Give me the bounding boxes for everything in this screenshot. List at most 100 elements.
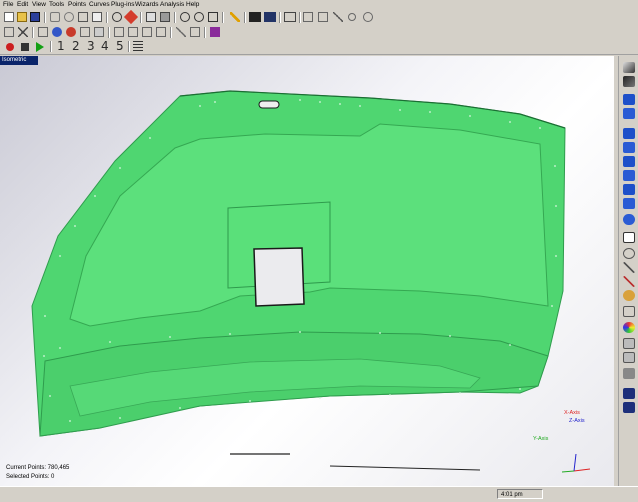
view-left-icon[interactable] (623, 128, 635, 139)
surface-icon[interactable] (623, 368, 635, 379)
circle-icon[interactable] (348, 13, 356, 21)
merge-icon[interactable] (38, 27, 48, 37)
fit-icon[interactable] (92, 12, 102, 22)
grid-icon[interactable] (4, 27, 14, 37)
sample-group-icon[interactable] (52, 27, 62, 37)
open-icon[interactable] (17, 12, 27, 22)
toolbar-separator (106, 12, 108, 23)
toolbar-separator (50, 41, 52, 52)
menu-bar: File Edit View Tools Points Curves Plug-… (0, 0, 638, 10)
menu-analysis[interactable]: Analysis (160, 1, 184, 9)
target-icon[interactable] (112, 12, 122, 22)
view-toolbar (618, 56, 638, 486)
display-icon[interactable] (284, 12, 296, 22)
curve-icon[interactable] (80, 27, 90, 37)
compare-icon[interactable] (210, 27, 220, 37)
menu-curves[interactable]: Curves (89, 1, 110, 9)
slot-hole (258, 100, 280, 109)
step-1-button[interactable]: 1 (57, 40, 65, 53)
view-front-icon[interactable] (623, 94, 635, 105)
select-icon[interactable] (50, 12, 60, 22)
current-points-readout: Current Points: 780,465 (6, 465, 70, 471)
menu-points[interactable]: Points (68, 1, 86, 9)
layer-icon[interactable] (146, 12, 156, 22)
color-icon[interactable] (623, 322, 635, 333)
pan-icon[interactable] (123, 9, 139, 25)
star-icon[interactable] (623, 290, 635, 301)
paint-icon[interactable] (623, 276, 635, 287)
toolbar-separator (32, 27, 34, 38)
menu-file[interactable]: File (3, 1, 13, 9)
hand-icon[interactable] (160, 12, 170, 22)
toolbar-separator (128, 41, 130, 52)
menu-help[interactable]: Help (186, 1, 199, 9)
arrow-icon[interactable] (176, 27, 186, 37)
list-icon[interactable] (133, 41, 143, 51)
sort-icon[interactable] (623, 338, 635, 349)
main-toolbar (0, 9, 638, 25)
brush-select-icon[interactable] (623, 262, 635, 273)
model-canvas (31, 90, 591, 473)
camera-icon[interactable] (623, 388, 635, 399)
lasso-icon[interactable] (623, 248, 635, 259)
filter-icon[interactable] (623, 352, 635, 363)
menu-wizards[interactable]: Wizards (135, 1, 158, 9)
3d-viewport[interactable]: Isometric X-Axis Z-Axis Y-Axis Current P… (0, 56, 614, 486)
wire-icon[interactable] (623, 76, 635, 87)
pencil-icon[interactable] (230, 12, 240, 22)
rotate-icon[interactable] (64, 12, 74, 22)
zoom-box-icon[interactable] (208, 12, 218, 22)
sample-icon[interactable] (318, 12, 328, 22)
layer-icon-2[interactable] (249, 12, 261, 22)
step-3-button[interactable]: 3 (87, 40, 95, 53)
zoom-in-icon[interactable] (180, 12, 190, 22)
camera2-icon[interactable] (623, 402, 635, 413)
toolbar-separator (299, 12, 301, 23)
toolbar-separator (204, 27, 206, 38)
box-icon[interactable] (78, 12, 88, 22)
toolbar-separator (222, 12, 224, 23)
step-2-button[interactable]: 2 (72, 40, 80, 53)
sample2-icon[interactable] (156, 27, 166, 37)
points-icon[interactable] (303, 12, 313, 22)
group-icon[interactable] (66, 27, 76, 37)
view-iso3-icon[interactable] (623, 214, 635, 225)
view-iso2-icon[interactable] (623, 198, 635, 209)
arrow-select-icon[interactable] (623, 306, 635, 317)
view-iso-icon[interactable] (623, 184, 635, 195)
list-icon[interactable] (114, 27, 124, 37)
toolbar-separator (170, 27, 172, 38)
view-back-icon[interactable] (623, 108, 635, 119)
view-top-icon[interactable] (623, 156, 635, 167)
filter2-icon[interactable] (142, 27, 152, 37)
zoom-out-icon[interactable] (194, 12, 204, 22)
filter-icon[interactable] (128, 27, 138, 37)
toolbar-separator (44, 12, 46, 23)
gear-icon[interactable] (363, 12, 373, 22)
step-5-button[interactable]: 5 (116, 40, 124, 53)
menu-view[interactable]: View (32, 1, 46, 9)
mesh-icon[interactable] (94, 27, 104, 37)
view-right-icon[interactable] (623, 142, 635, 153)
menu-edit[interactable]: Edit (17, 1, 28, 9)
record-icon[interactable] (6, 43, 14, 51)
axis-triad (561, 453, 591, 473)
close-icon[interactable] (18, 27, 28, 37)
new-icon[interactable] (4, 12, 14, 22)
toolbar-separator (140, 12, 142, 23)
play-icon[interactable] (36, 42, 44, 52)
view-bottom-icon[interactable] (623, 170, 635, 181)
stop-icon[interactable] (21, 43, 29, 51)
panel-cutout (253, 247, 305, 307)
step-4-button[interactable]: 4 (101, 40, 109, 53)
shade-icon[interactable] (623, 62, 635, 73)
toolbar-separator (244, 12, 246, 23)
select-icon[interactable] (623, 232, 635, 243)
brush-icon[interactable] (333, 12, 343, 22)
dots-icon[interactable] (190, 27, 200, 37)
save-icon[interactable] (30, 12, 40, 22)
menu-tools[interactable]: Tools (49, 1, 64, 9)
layer-icon-3[interactable] (264, 12, 276, 22)
playback-toolbar: 1 2 3 4 5 (0, 39, 638, 55)
menu-plugins[interactable]: Plug-ins (111, 1, 134, 9)
